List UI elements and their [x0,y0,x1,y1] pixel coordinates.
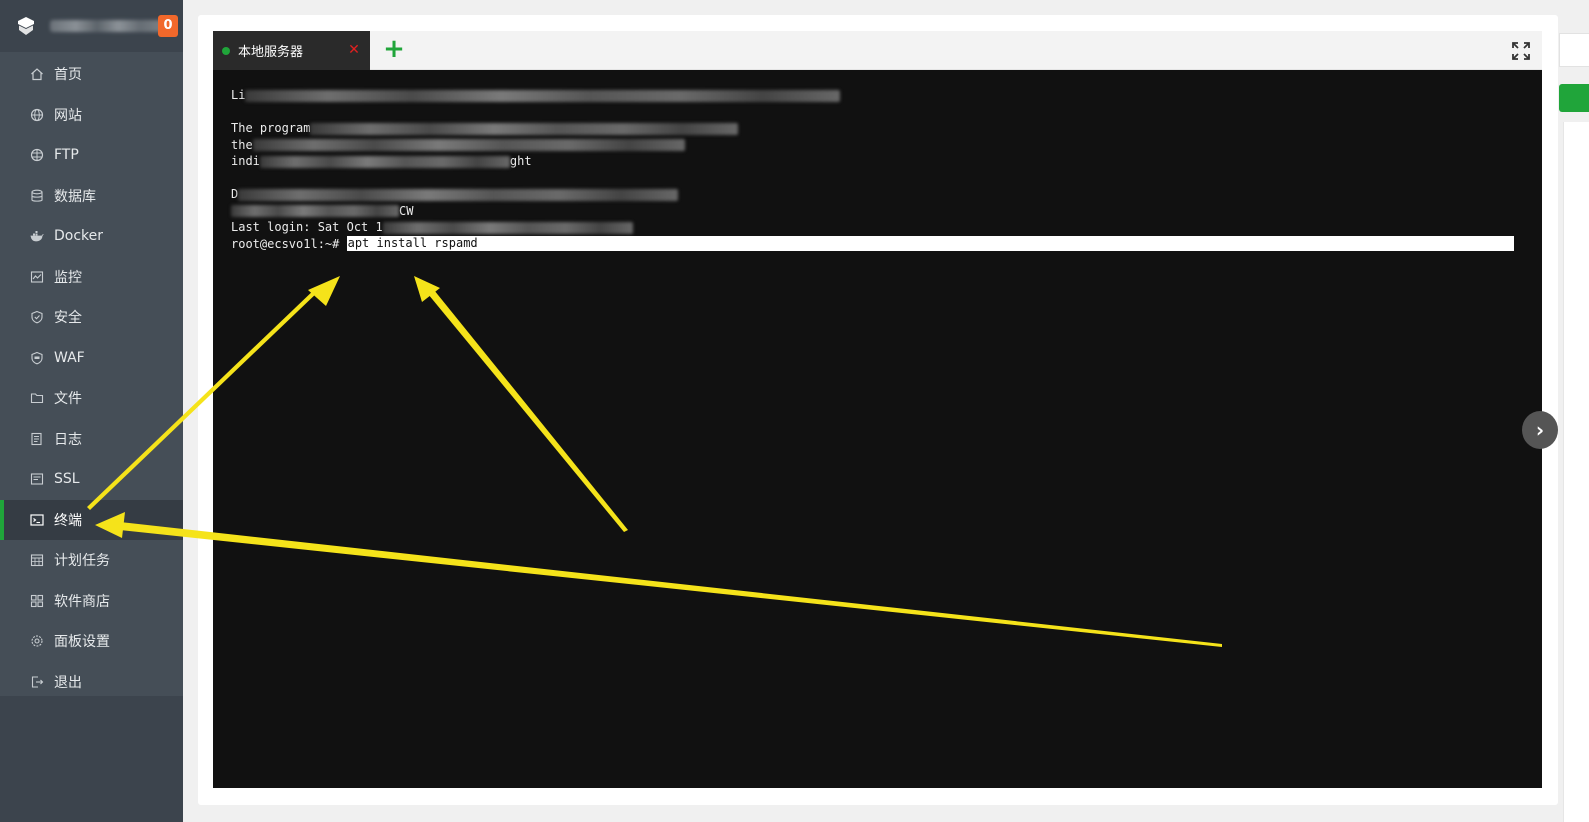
sidebar-item-terminal[interactable]: 终端 [0,499,183,540]
sidebar-item-label: 安全 [54,310,82,327]
terminal-text: the [231,137,253,152]
last-login-text: Last login: Sat Oct 1 [231,220,383,234]
sidebar-item-database[interactable]: 数据库 [0,176,183,217]
sidebar-item-cron[interactable]: 计划任务 [0,540,183,581]
redacted-block [252,139,685,151]
terminal-line: The program [231,120,1524,137]
sidebar: 0 首页 网站 FTP 数据库 Docker 监控 安全 WAF 文件 日志 S… [0,0,183,822]
terminal-icon [30,513,44,527]
redacted-block [245,89,841,102]
globe-icon [30,108,44,122]
terminal-text: The program [231,121,311,135]
ftp-globe-icon [30,148,44,162]
terminal-text: D [231,187,239,201]
sidebar-item-waf[interactable]: WAF [0,338,183,379]
fullscreen-icon[interactable] [1512,42,1530,60]
expand-panel-button[interactable]: › [1522,411,1558,449]
sidebar-item-label: 软件商店 [54,593,110,610]
sidebar-item-label: 首页 [54,67,82,84]
terminal-window: 本地服务器 ✕ + Li The program the indi ght D C… [213,31,1542,788]
sidebar-item-label: 监控 [54,269,82,286]
terminal-screen[interactable]: Li The program the indi ght D CW Last log… [213,70,1542,788]
notification-badge[interactable]: 0 [158,15,178,37]
home-icon [30,67,44,81]
sidebar-item-settings[interactable]: 面板设置 [0,621,183,662]
redacted-block [382,221,633,234]
server-name-redacted [50,20,168,32]
panel-logo-icon[interactable] [16,16,36,36]
close-tab-icon[interactable]: ✕ [346,42,362,58]
terminal-text: Li [231,88,246,102]
sidebar-nav: 首页 网站 FTP 数据库 Docker 监控 安全 WAF 文件 日志 SSL… [0,52,183,696]
grid-icon [30,594,44,608]
sidebar-item-logout[interactable]: 退出 [0,662,183,703]
docker-icon [30,229,44,243]
sidebar-item-label: 文件 [54,391,82,408]
sidebar-item-label: 计划任务 [54,553,110,570]
ssl-icon [30,472,44,486]
logout-icon [30,675,44,689]
sidebar-item-label: 日志 [54,431,82,448]
sidebar-item-ftp[interactable]: FTP [0,135,183,176]
terminal-text: indi [231,154,260,168]
command-input[interactable]: apt install rspamd [346,235,1514,251]
terminal-text: ght [509,154,532,168]
tab-label: 本地服务器 [238,45,304,60]
monitor-icon [30,270,44,284]
terminal-tabbar: 本地服务器 ✕ + [213,31,1542,70]
terminal-line: indi ght [231,153,1524,170]
right-panel-input[interactable] [1559,33,1589,67]
shield-icon [30,310,44,324]
terminal-line: CW [231,203,1524,220]
sidebar-item-label: 面板设置 [54,634,110,651]
sidebar-item-label: 终端 [54,512,82,529]
sidebar-item-label: 数据库 [54,188,96,205]
sidebar-item-docker[interactable]: Docker [0,216,183,257]
sidebar-item-home[interactable]: 首页 [0,54,183,95]
folder-icon [30,391,44,405]
redacted-block [238,188,679,201]
redacted-block [310,122,739,135]
sidebar-item-label: 退出 [54,674,82,691]
sidebar-item-monitor[interactable]: 监控 [0,257,183,298]
waf-icon [30,351,44,365]
terminal-line: D [231,186,1524,203]
right-panel-green-button[interactable] [1559,84,1589,112]
redacted-block [259,155,510,168]
terminal-line: Last login: Sat Oct 1 [231,219,1524,236]
shell-prompt: root@ecsvo1l:~# [231,236,347,251]
sidebar-item-logs[interactable]: 日志 [0,419,183,460]
status-dot-icon [222,46,230,55]
sidebar-header: 0 [0,0,183,52]
sidebar-item-files[interactable]: 文件 [0,378,183,419]
main-panel: 本地服务器 ✕ + Li The program the indi ght D C… [198,15,1558,805]
sidebar-item-security[interactable]: 安全 [0,297,183,338]
sidebar-item-label: FTP [54,147,79,164]
terminal-line: the [231,137,1524,154]
terminal-text: CW [399,203,414,218]
sidebar-item-label: WAF [54,349,85,366]
tab-local-server[interactable]: 本地服务器 ✕ [213,31,370,70]
terminal-line: Li [231,87,1524,104]
gear-icon [30,634,44,648]
sidebar-item-website[interactable]: 网站 [0,95,183,136]
sidebar-footer [0,696,183,822]
add-tab-button[interactable]: + [381,36,407,63]
database-icon [30,189,44,203]
calendar-icon [30,553,44,567]
sidebar-item-app-store[interactable]: 软件商店 [0,581,183,622]
sidebar-item-label: 网站 [54,107,82,124]
sidebar-item-ssl[interactable]: SSL [0,459,183,500]
terminal-prompt-line: root@ecsvo1l:~# apt install rspamd [231,235,1524,253]
sidebar-item-label: Docker [54,228,104,245]
redacted-block [231,205,399,217]
sidebar-item-label: SSL [54,471,80,488]
log-icon [30,432,44,446]
right-panel-list [1563,122,1589,822]
